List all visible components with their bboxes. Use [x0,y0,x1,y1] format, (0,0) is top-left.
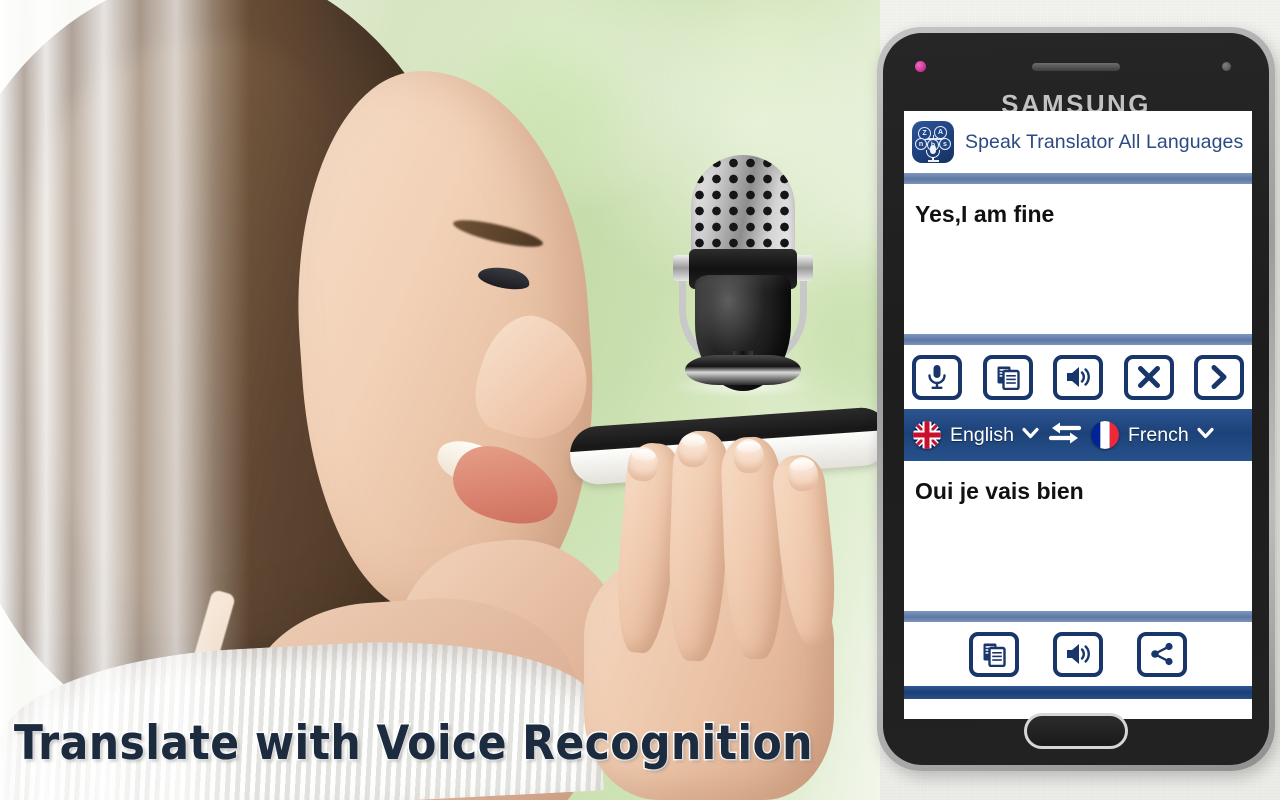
target-language-label[interactable]: French [1128,424,1189,447]
source-language-dropdown[interactable] [1022,426,1039,444]
speak-button[interactable] [1053,354,1103,400]
copy-icon [997,366,1020,390]
france-flag-icon [1090,421,1119,449]
target-text-field[interactable]: Oui je vais bien [904,461,1252,611]
translate-button[interactable] [1194,354,1244,400]
close-icon [1137,366,1160,388]
copy-button[interactable] [969,631,1019,677]
share-icon [1150,642,1173,666]
fingernail [677,432,709,468]
proximity-sensor-icon [1222,62,1231,71]
logo-letter-n: n [915,138,927,150]
speaker-icon [1067,644,1090,664]
clear-button[interactable] [1123,354,1174,400]
share-button[interactable] [1137,631,1187,677]
microphone-base [685,355,801,385]
source-action-row [904,345,1252,409]
logo-letter-s: s [939,138,951,150]
window-light-streaks [0,0,250,800]
microphone-button[interactable] [912,354,962,400]
source-language-label[interactable]: English [950,424,1014,447]
source-divider [904,334,1252,345]
uk-flag-icon [913,421,941,449]
language-selector-bar: English French [904,409,1252,461]
phone-mockup: SAMSUNG Z A n b s Speak Translat [877,27,1275,771]
home-button[interactable] [1024,713,1128,749]
retro-microphone-icon [655,155,831,397]
hero-photo [0,0,880,800]
phone-bezel: SAMSUNG Z A n b s Speak Translat [883,33,1269,765]
speaker-icon [1067,367,1090,387]
promo-caption: Translate with Voice Recognition [14,716,813,771]
footer-bar [904,686,1252,699]
app-screen: Z A n b s Speak Translator All Languages… [904,111,1252,719]
target-language-dropdown[interactable] [1197,426,1214,444]
notification-led-icon [915,61,926,72]
header-divider [904,173,1252,184]
microphone-icon [928,365,946,389]
chevron-right-icon [1211,365,1227,389]
swap-languages-button[interactable] [1048,420,1082,451]
logo-microphone-foot [928,160,939,162]
source-text-field[interactable]: Yes,I am fine [904,184,1252,334]
copy-button[interactable] [982,354,1033,400]
copy-icon [983,643,1006,667]
chevron-down-icon [1197,427,1214,439]
target-action-row [904,622,1252,686]
earpiece-speaker-icon [1032,63,1120,71]
app-header: Z A n b s Speak Translator All Languages [904,111,1252,173]
bokeh-blob [700,10,820,130]
chevron-down-icon [1022,427,1039,439]
fingernail [733,438,765,474]
speak-button[interactable] [1053,631,1103,677]
target-divider [904,611,1252,622]
app-logo-icon: Z A n b s [912,121,954,163]
app-title: Speak Translator All Languages [965,130,1244,153]
swap-arrows-icon [1048,422,1082,443]
